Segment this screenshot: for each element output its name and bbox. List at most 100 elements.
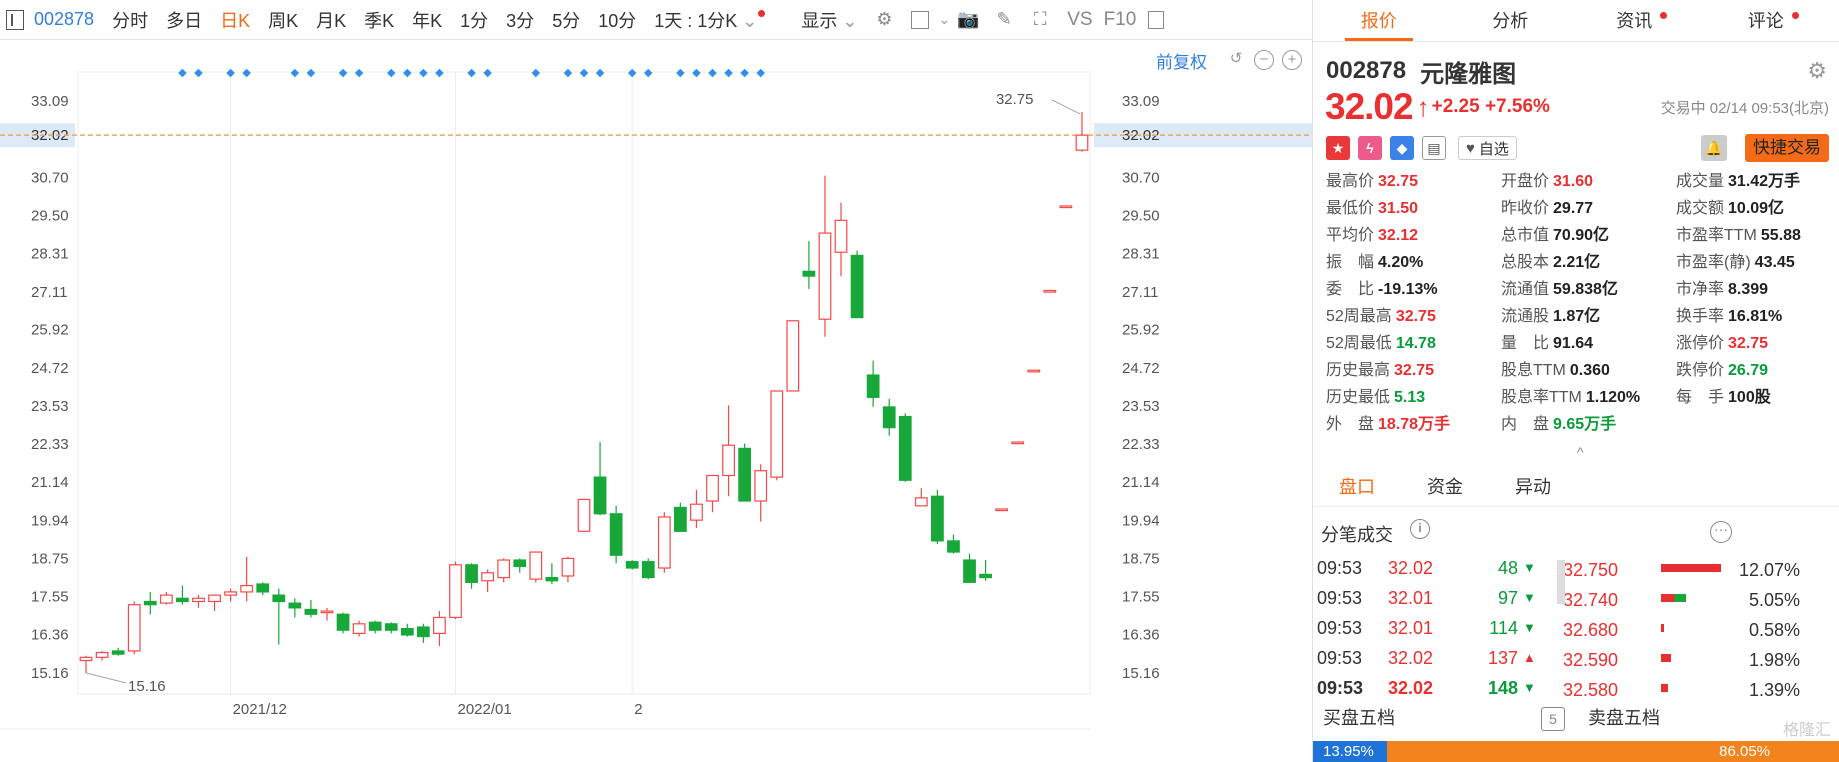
tick-scrollbar[interactable] — [1557, 560, 1565, 604]
stat-label: 最高价 — [1326, 173, 1375, 190]
candle-body — [898, 415, 912, 481]
sub-tabs: 盘口 资金 异动 — [1313, 467, 1839, 507]
stat-label: 52周最高 — [1326, 308, 1392, 325]
stat-label: 股息TTM — [1501, 362, 1566, 379]
f10-button[interactable]: F10 — [1102, 9, 1139, 31]
candle-body — [433, 616, 446, 634]
compare-button[interactable]: VS — [1058, 9, 1101, 31]
period-5[interactable]: 季K — [355, 7, 403, 33]
camera-icon[interactable]: 📷 — [957, 9, 979, 30]
stat-item: 市盈率TTM 55.88 — [1676, 222, 1839, 249]
stat-item: 振 幅 4.20% — [1326, 249, 1501, 276]
candle-body — [224, 591, 237, 596]
candle-body — [95, 651, 109, 658]
y-tick-label-left: 28.31 — [31, 245, 69, 262]
min-leader — [85, 672, 127, 684]
stat-label: 总股本 — [1501, 254, 1550, 271]
event-marker — [531, 68, 541, 78]
event-marker — [178, 68, 187, 78]
quote-stats: 最高价 32.75 开盘价 31.60 成交量 31.42万手 最低价 31.50 昨收价 29.… — [1313, 168, 1839, 438]
expand-caret-icon[interactable]: ^ — [1577, 444, 1584, 460]
period-1[interactable]: 多日 — [157, 7, 211, 33]
depth-row: 32.580 1.39% — [1560, 675, 1839, 705]
bookmark-icon[interactable]: ▤ — [1422, 136, 1446, 160]
stock-code[interactable]: 002878 — [26, 9, 103, 30]
period-7[interactable]: 1分 — [451, 7, 497, 33]
level5-icon[interactable]: 5 — [1541, 707, 1565, 731]
quick-trade-button[interactable]: 快捷交易 — [1745, 134, 1829, 162]
y-tick-label-left: 33.09 — [31, 93, 69, 110]
tab-dot — [1660, 12, 1668, 19]
trade-price: 32.02 — [1388, 678, 1434, 698]
stat-label: 成交额 — [1676, 200, 1725, 217]
lightning-icon[interactable]: ϟ — [1358, 136, 1382, 160]
x-tick-label: 2 — [634, 701, 642, 718]
quote-tab-1[interactable]: 分析 — [1445, 0, 1577, 41]
sell-ratio: 86.05% — [1386, 741, 1839, 762]
zoom-in-icon[interactable]: + — [1282, 50, 1302, 70]
event-marker — [306, 68, 316, 78]
quote-tab-0[interactable]: 报价 — [1313, 0, 1445, 41]
tag-icon[interactable]: ◆ — [1390, 136, 1414, 160]
checkbox-icon[interactable] — [910, 10, 930, 30]
period-8[interactable]: 3分 — [497, 7, 543, 33]
period-4[interactable]: 月K — [307, 7, 355, 33]
period-6[interactable]: 年K — [403, 7, 451, 33]
trade-rows: 09:53 32.02 48 ▼ 09:53 32.01 97 ▼ 09:53 32.01 114 ▼… — [1313, 553, 1553, 703]
candle-body — [947, 540, 960, 553]
trade-time: 09:53 — [1317, 588, 1363, 608]
candle-body — [754, 470, 768, 502]
period-2[interactable]: 日K — [211, 7, 259, 33]
sub-tab-2[interactable]: 异动 — [1489, 467, 1577, 506]
gear-icon[interactable]: ⚙ — [1807, 58, 1827, 84]
adjust-label[interactable]: 前复权 — [1156, 48, 1207, 73]
reset-icon[interactable]: ↺ — [1226, 50, 1246, 70]
bell-icon[interactable]: 🔔 — [1701, 135, 1727, 161]
triangle-down-icon: ▼ — [1523, 590, 1536, 605]
event-marker — [676, 68, 685, 78]
candle-body — [143, 600, 157, 606]
depth-bar — [1661, 684, 1668, 692]
stat-label: 量 比 — [1501, 335, 1550, 352]
watchlist-button[interactable]: ♥ 自选 — [1458, 136, 1517, 160]
period-0[interactable]: 分时 — [103, 7, 157, 33]
stat-value: 70.90亿 — [1553, 227, 1610, 244]
event-marker — [579, 68, 589, 78]
stat-label: 外 盘 — [1326, 416, 1375, 433]
candle-body — [673, 506, 687, 532]
display-menu[interactable]: 显示 ⌄ — [792, 7, 866, 33]
panel-icon[interactable] — [1146, 10, 1166, 30]
stat-label: 换手率 — [1676, 308, 1725, 325]
period-10[interactable]: 10分 — [589, 7, 645, 33]
quote-tab-3[interactable]: 评论 — [1708, 0, 1839, 41]
candle-body — [1059, 205, 1073, 209]
period-3[interactable]: 周K — [259, 7, 307, 33]
stat-label: 流通值 — [1501, 281, 1550, 298]
period-9[interactable]: 5分 — [543, 7, 589, 33]
flag-icon[interactable]: ★ — [1326, 136, 1350, 160]
stat-label: 流通股 — [1501, 308, 1550, 325]
watermark: 格隆汇 — [1782, 722, 1831, 739]
sub-tab-0[interactable]: 盘口 — [1313, 467, 1401, 506]
sidebar-toggle-icon[interactable] — [6, 9, 24, 30]
quote-tab-2[interactable]: 资讯 — [1576, 0, 1708, 41]
trade-row: 09:53 32.02 137 ▲ — [1313, 643, 1553, 673]
interval-select[interactable]: 1天 : 1分K ⌄ — [645, 7, 774, 33]
candle-body — [176, 597, 189, 603]
settings-icon[interactable]: ⚙ — [874, 9, 894, 30]
stat-label: 市盈率TTM — [1676, 227, 1757, 244]
candle-body — [706, 474, 719, 502]
sub-tab-1[interactable]: 资金 — [1401, 467, 1489, 506]
event-marker — [403, 68, 412, 78]
max-leader — [1051, 99, 1081, 115]
stat-value: 100股 — [1728, 389, 1771, 406]
zoom-out-icon[interactable]: − — [1254, 50, 1274, 70]
fullscreen-icon[interactable]: ⛶ — [1030, 9, 1050, 30]
candlestick-chart[interactable]: 2021/12 2022/01 2 33.09 33.09 32.02 32.02 30.70… — [0, 42, 1312, 762]
draw-icon[interactable]: ✎ — [994, 9, 1014, 30]
y-tick-label-right: 28.31 — [1122, 245, 1160, 262]
stat-item: 历史最高 32.75 — [1326, 357, 1501, 384]
y-tick-label-right: 25.92 — [1122, 322, 1160, 339]
heart-icon: ♥ — [1466, 139, 1475, 157]
stat-item: 最高价 32.75 — [1326, 168, 1501, 195]
